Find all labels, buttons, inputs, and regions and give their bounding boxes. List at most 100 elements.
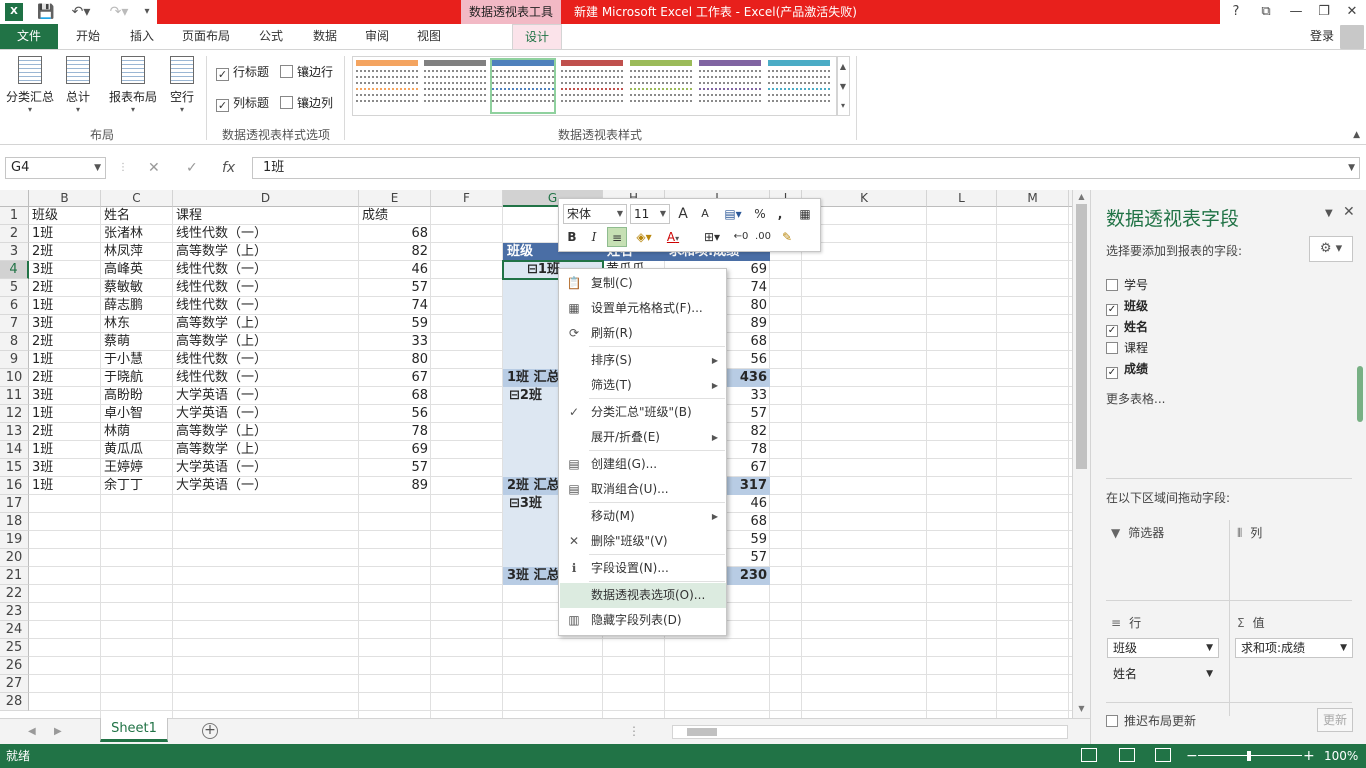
row-field-chip[interactable]: 班级 ▼ (1107, 638, 1219, 658)
close-button[interactable]: ✕ (1338, 0, 1366, 24)
accounting-format-icon[interactable]: ▤▾ (719, 204, 747, 224)
table-cell[interactable]: 余丁丁 (101, 477, 173, 495)
more-tables-link[interactable]: 更多表格... (1106, 390, 1165, 407)
chevron-down-icon[interactable]: ▼ (94, 158, 101, 178)
table-cell[interactable]: 1班 (29, 297, 101, 315)
help-button[interactable]: ? (1222, 0, 1250, 24)
row-header-12[interactable]: 12 (0, 405, 29, 423)
column-header-f[interactable]: F (431, 190, 503, 207)
table-cell[interactable]: 黄瓜瓜 (101, 441, 173, 459)
row-header-5[interactable]: 5 (0, 279, 29, 297)
pivot-field-checkbox[interactable]: 学号 (1106, 277, 1148, 293)
table-cell[interactable]: 蔡萌 (101, 333, 173, 351)
chevron-up-icon[interactable]: ▲ (837, 57, 849, 77)
table-cell[interactable]: 1班 (29, 477, 101, 495)
table-cell[interactable]: 卓小智 (101, 405, 173, 423)
table-cell[interactable]: 80 (359, 351, 431, 369)
pivot-style-thumbnail-selected[interactable] (490, 58, 556, 114)
prev-sheet-icon[interactable]: ◀ (28, 719, 36, 744)
horizontal-scrollbar[interactable] (672, 725, 1068, 739)
tab-home[interactable]: 开始 (64, 24, 112, 49)
table-cell[interactable]: 2班 (29, 333, 101, 351)
table-cell[interactable]: 2班 (29, 423, 101, 441)
table-cell[interactable]: 2班 (29, 279, 101, 297)
context-menu-item[interactable]: ▥ 隐藏字段列表(D) (560, 608, 726, 633)
row-header-27[interactable]: 27 (0, 675, 29, 693)
row-header-19[interactable]: 19 (0, 531, 29, 549)
table-cell[interactable]: 3班 (29, 387, 101, 405)
row-header-14[interactable]: 14 (0, 441, 29, 459)
format-painter-icon[interactable]: ✎ (777, 227, 797, 247)
chevron-down-icon[interactable]: ▼ (1206, 639, 1213, 657)
shrink-font-button[interactable]: A (697, 204, 713, 224)
center-align-button[interactable]: ≡ (607, 227, 627, 247)
column-header-b[interactable]: B (29, 190, 101, 207)
table-cell[interactable]: 57 (359, 459, 431, 477)
tab-split-handle-icon[interactable]: ⋮ (628, 719, 640, 744)
vertical-scrollbar[interactable]: ▲ ▼ (1072, 190, 1090, 718)
row-header-3[interactable]: 3 (0, 243, 29, 261)
row-header-6[interactable]: 6 (0, 297, 29, 315)
pivot-field-checkbox[interactable]: ✓ 成绩 (1106, 361, 1148, 379)
font-name-field[interactable]: 宋体 ▼ (563, 204, 627, 224)
banded-rows-checkbox[interactable]: 镶边行 (280, 63, 333, 81)
pivot-style-thumbnail[interactable] (699, 60, 761, 112)
sheet-tab[interactable]: Sheet1 (100, 718, 168, 742)
spreadsheet-grid[interactable]: BCDEFGHIJKLMN123456789101112131415161718… (0, 190, 1072, 718)
enter-icon[interactable]: ✓ (186, 157, 198, 179)
save-icon[interactable]: 💾 (36, 2, 56, 22)
table-cell[interactable]: 2班 (29, 243, 101, 261)
row-header-4[interactable]: 4 (0, 261, 29, 279)
row-header-18[interactable]: 18 (0, 513, 29, 531)
page-layout-view-icon[interactable] (1119, 748, 1135, 762)
gallery-scroll[interactable]: ▲ ▼ ▾ (836, 56, 850, 116)
gallery-more-icon[interactable]: ▾ (837, 97, 849, 115)
row-header-1[interactable]: 1 (0, 207, 29, 225)
name-box[interactable]: G4 ▼ (5, 157, 106, 179)
pane-options-icon[interactable]: ▼ (1325, 208, 1333, 219)
table-cell[interactable]: 大学英语（一） (173, 405, 359, 423)
context-menu-item[interactable]: ▤ 创建组(G)... (560, 452, 726, 477)
page-break-view-icon[interactable] (1155, 748, 1171, 762)
scroll-thumb[interactable] (1076, 204, 1087, 469)
cancel-icon[interactable]: ✕ (148, 157, 160, 179)
table-header-cell[interactable]: 姓名 (101, 207, 173, 225)
context-menu-item[interactable]: 展开/折叠(E) ▶ (560, 425, 726, 450)
formula-bar-handle-icon[interactable]: ⋮ (118, 157, 128, 179)
table-cell[interactable]: 46 (359, 261, 431, 279)
chevron-down-icon[interactable]: ▼ (837, 77, 849, 97)
table-cell[interactable]: 王婷婷 (101, 459, 173, 477)
context-menu-item[interactable]: ⟳ 刷新(R) (560, 321, 726, 346)
row-header-23[interactable]: 23 (0, 603, 29, 621)
row-header-15[interactable]: 15 (0, 459, 29, 477)
close-icon[interactable]: ✕ (1343, 204, 1355, 220)
ribbon-display-options-button[interactable]: ⧉ (1252, 0, 1280, 24)
table-cell[interactable]: 69 (359, 441, 431, 459)
blank-rows-button[interactable]: 空行 ▾ (164, 56, 200, 114)
next-sheet-icon[interactable]: ▶ (54, 719, 62, 744)
zoom-out-button[interactable]: − (1186, 744, 1198, 768)
column-header-m[interactable]: M (997, 190, 1069, 207)
table-cell[interactable]: 3班 (29, 315, 101, 333)
minimize-button[interactable]: — (1282, 0, 1310, 24)
value-field-chip[interactable]: 求和项:成绩 ▼ (1235, 638, 1353, 658)
context-menu-item[interactable]: 数据透视表选项(O)... (560, 583, 726, 608)
table-cell[interactable]: 高峰英 (101, 261, 173, 279)
table-cell[interactable]: 线性代数（一） (173, 297, 359, 315)
pivot-field-checkbox[interactable]: 课程 (1106, 340, 1148, 356)
table-cell[interactable]: 3班 (29, 459, 101, 477)
table-cell[interactable]: 大学英语（一） (173, 477, 359, 495)
row-header-2[interactable]: 2 (0, 225, 29, 243)
pivot-field-checkbox[interactable]: ✓ 班级 (1106, 298, 1148, 316)
chevron-down-icon[interactable]: ▼ (1206, 665, 1213, 683)
row-header-26[interactable]: 26 (0, 657, 29, 675)
add-sheet-button[interactable]: + (202, 723, 218, 739)
column-header-d[interactable]: D (173, 190, 359, 207)
banded-columns-checkbox[interactable]: 镶边列 (280, 94, 333, 112)
table-cell[interactable]: 高等数学（上） (173, 333, 359, 351)
row-header-21[interactable]: 21 (0, 567, 29, 585)
select-all-corner[interactable] (0, 190, 29, 207)
redo-icon[interactable]: ↷▾ (104, 2, 134, 22)
row-field-chip[interactable]: 姓名 ▼ (1107, 664, 1219, 684)
pivot-style-thumbnail[interactable] (424, 60, 486, 112)
